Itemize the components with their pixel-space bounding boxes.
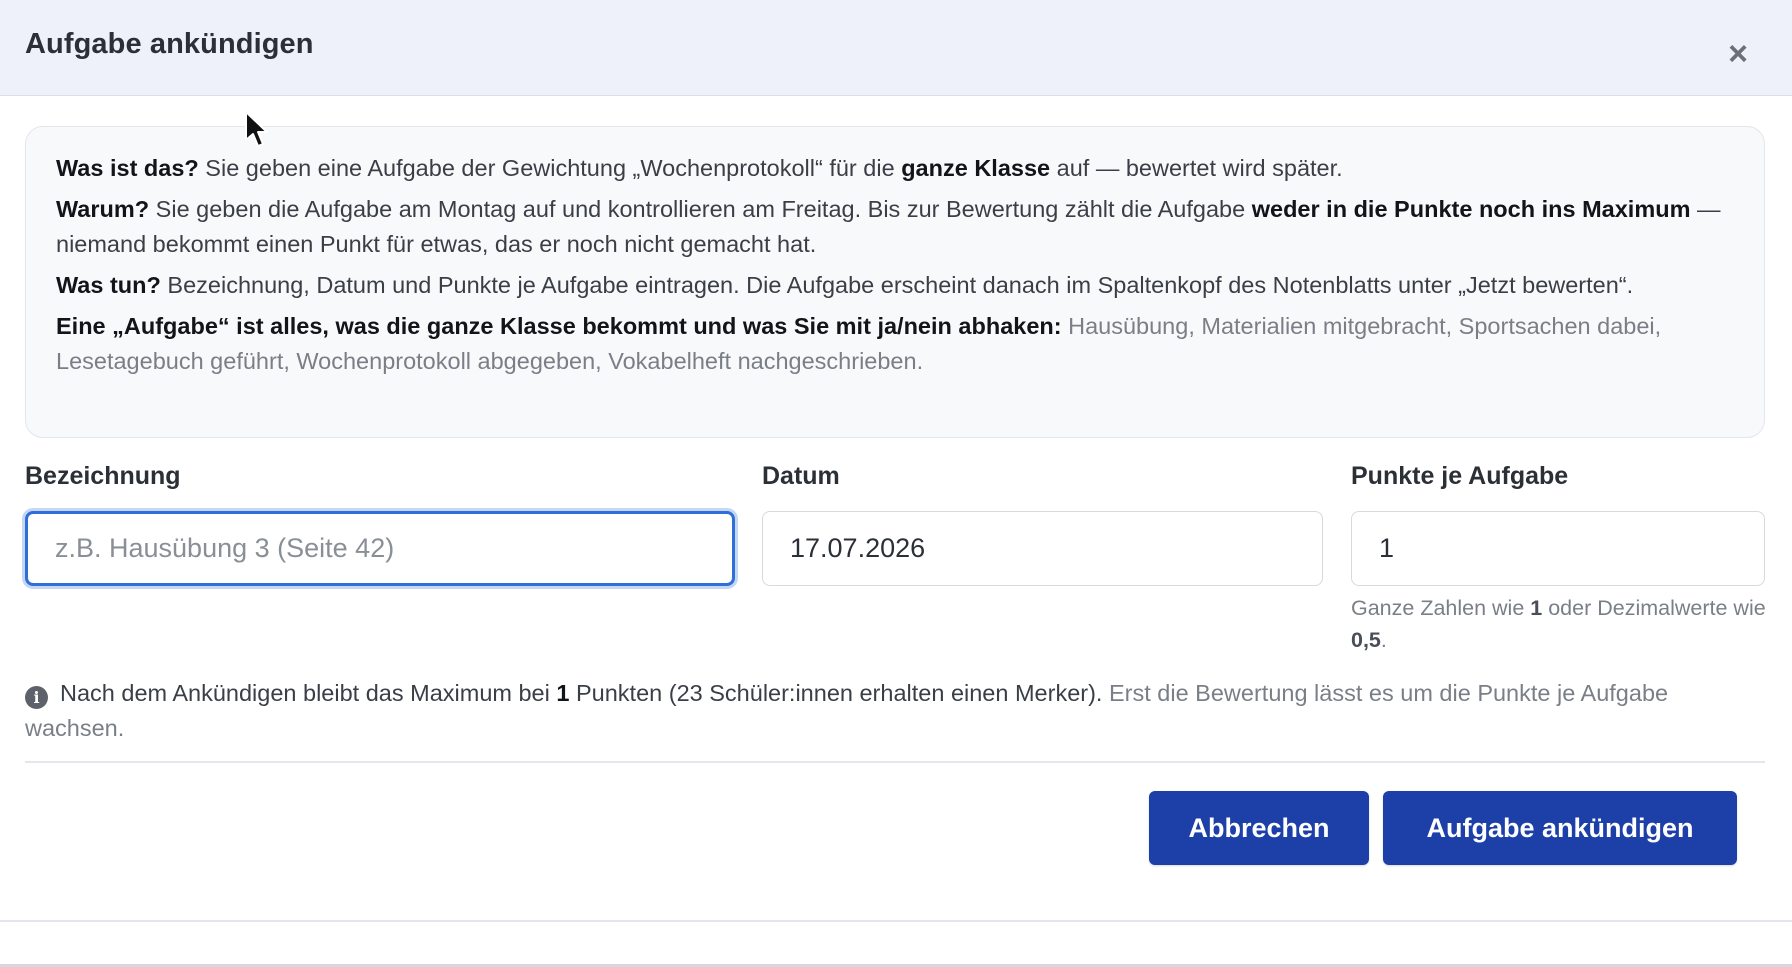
info-lead-definition: Eine „Aufgabe“ ist alles, was die ganze … xyxy=(56,313,1062,339)
info-bold: ganze Klasse xyxy=(901,155,1051,181)
divider xyxy=(25,761,1765,763)
info-paragraph-todo: Was tun? Bezeichnung, Datum und Punkte j… xyxy=(56,268,1734,303)
submit-button[interactable]: Aufgabe ankündigen xyxy=(1383,791,1737,865)
notice-part: Nach dem Ankündigen bleibt das Maximum b… xyxy=(60,680,557,706)
datum-label: Datum xyxy=(762,462,840,490)
hint-bold: 1 xyxy=(1530,596,1543,620)
hint-text: . xyxy=(1380,628,1387,652)
footer-divider xyxy=(0,920,1792,922)
info-text: Sie geben eine Aufgabe der Gewichtung „W… xyxy=(198,155,902,181)
modal-title: Aufgabe ankündigen xyxy=(25,28,314,60)
bezeichnung-label: Bezeichnung xyxy=(25,462,181,490)
notice-bold: 1 xyxy=(556,680,570,706)
info-lead-what: Was ist das? xyxy=(56,155,199,181)
info-circle-icon: i xyxy=(25,686,48,709)
modal-header: Aufgabe ankündigen × xyxy=(0,0,1792,96)
hint-text: oder Dezimalwerte wie xyxy=(1542,596,1766,620)
close-button[interactable]: × xyxy=(1718,34,1758,74)
hint-text: Ganze Zahlen wie xyxy=(1351,596,1531,620)
info-text: Bezeichnung, Datum und Punkte je Aufgabe… xyxy=(160,272,1634,298)
info-box: Was ist das? Sie geben eine Aufgabe der … xyxy=(25,126,1765,438)
notice-part: Punkten (23 Schüler:innen erhalten einen… xyxy=(569,680,1103,706)
info-paragraph-why: Warum? Sie geben die Aufgabe am Montag a… xyxy=(56,192,1734,262)
mouse-cursor-icon xyxy=(245,111,268,147)
info-paragraph-definition: Eine „Aufgabe“ ist alles, was die ganze … xyxy=(56,309,1734,379)
punkte-input[interactable] xyxy=(1351,511,1765,586)
cancel-button[interactable]: Abbrechen xyxy=(1149,791,1369,865)
bezeichnung-input[interactable] xyxy=(25,511,735,586)
info-text: auf — bewertet wird später. xyxy=(1050,155,1343,181)
info-lead-why: Warum? xyxy=(56,196,150,222)
punkte-label: Punkte je Aufgabe xyxy=(1351,462,1569,490)
notice-text: i Nach dem Ankündigen bleibt das Maximum … xyxy=(25,676,1765,746)
info-bold: weder in die Punkte noch ins Maximum xyxy=(1251,196,1691,222)
info-text: Sie geben die Aufgabe am Montag auf und … xyxy=(149,196,1252,222)
info-paragraph-what: Was ist das? Sie geben eine Aufgabe der … xyxy=(56,151,1734,186)
datum-input[interactable] xyxy=(762,511,1323,586)
hint-bold: 0,5 xyxy=(1351,628,1381,652)
punkte-hint: Ganze Zahlen wie 1 oder Dezimalwerte wie… xyxy=(1351,592,1771,656)
info-lead-todo: Was tun? xyxy=(56,272,161,298)
